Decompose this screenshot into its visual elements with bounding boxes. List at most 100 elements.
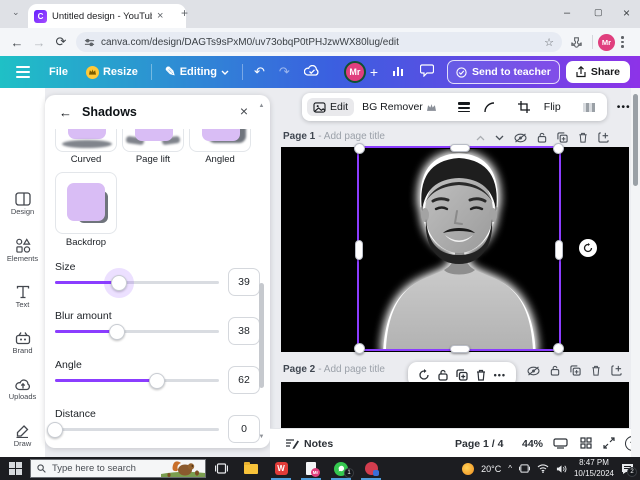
resize-handle-w[interactable] — [355, 239, 363, 260]
slider-knob[interactable] — [148, 372, 165, 389]
lock-page-icon[interactable] — [537, 132, 547, 143]
add-page-icon[interactable] — [598, 132, 609, 143]
distance-value[interactable]: 0 — [228, 415, 260, 443]
browser-profile-avatar[interactable]: Mr — [598, 33, 615, 51]
present-icon[interactable] — [553, 438, 568, 449]
temperature[interactable]: 20°C — [481, 464, 501, 474]
comments-icon[interactable] — [419, 64, 435, 80]
extensions-icon[interactable] — [570, 36, 583, 49]
selection-box[interactable] — [354, 143, 564, 354]
undo-button[interactable]: ↶ — [254, 64, 265, 80]
panel-close-icon[interactable]: × — [240, 104, 248, 118]
rotate-handle[interactable] — [579, 239, 597, 257]
zoom-level[interactable]: 44% — [522, 438, 543, 450]
rotate-button[interactable] — [418, 368, 430, 381]
shadow-style-backdrop[interactable] — [55, 172, 117, 234]
delete-page-icon[interactable] — [578, 132, 588, 143]
blur-slider[interactable] — [55, 323, 219, 340]
scrollbar-thumb[interactable] — [259, 283, 264, 388]
bg-remover-button[interactable]: BG Remover — [356, 98, 442, 116]
crop-button[interactable] — [512, 98, 536, 116]
volume-icon[interactable] — [556, 464, 567, 474]
search-highlight-squirrel-image[interactable] — [161, 460, 205, 478]
scroll-up-icon[interactable]: ▲ — [257, 103, 266, 109]
add-member-button[interactable]: + — [370, 64, 378, 80]
hide-page-icon[interactable] — [527, 365, 540, 376]
add-page-icon[interactable] — [611, 365, 622, 376]
scrollbar-thumb[interactable] — [633, 94, 638, 186]
resize-handle-n[interactable] — [450, 144, 470, 152]
window-minimize-button[interactable]: – — [564, 7, 570, 19]
wifi-icon[interactable] — [537, 464, 549, 473]
bookmark-star-icon[interactable]: ☆ — [544, 36, 554, 49]
flip-button[interactable]: Flip — [538, 98, 567, 116]
site-settings-icon[interactable] — [84, 37, 95, 48]
shadow-style-page-lift[interactable] — [122, 129, 184, 152]
resize-handle-s[interactable] — [450, 345, 470, 353]
tray-expand-chevron[interactable]: ^ — [508, 464, 512, 473]
share-button[interactable]: Share — [565, 61, 630, 83]
shadow-style-angled[interactable] — [189, 129, 251, 152]
page2-title-placeholder[interactable]: - Add page title — [318, 364, 385, 375]
page1-title-placeholder[interactable]: - Add page title — [318, 131, 385, 142]
move-page-down-icon[interactable] — [495, 135, 504, 141]
duplicate-button[interactable] — [456, 368, 468, 381]
window-close-button[interactable]: × — [623, 6, 630, 20]
slider-knob[interactable] — [110, 274, 127, 291]
back-icon[interactable]: ← — [59, 105, 72, 120]
resize-handle-se[interactable] — [553, 343, 564, 354]
border-weight-button[interactable] — [452, 99, 476, 115]
new-tab-button[interactable]: + — [181, 7, 188, 19]
task-view-button[interactable] — [206, 457, 236, 480]
back-button[interactable]: ← — [6, 35, 28, 50]
clock[interactable]: 8:47 PM 10/15/2024 — [574, 458, 614, 479]
delete-button[interactable] — [476, 369, 486, 381]
page2-canvas[interactable] — [281, 382, 629, 428]
forward-button[interactable]: → — [28, 35, 50, 50]
action-center-button[interactable]: 2 — [621, 463, 637, 477]
resize-button[interactable]: Resize — [85, 65, 138, 79]
hide-page-icon[interactable] — [514, 132, 527, 143]
notes-button[interactable]: Notes — [304, 438, 333, 450]
window-maximize-button[interactable]: ▢ — [594, 7, 603, 18]
lock-button[interactable] — [438, 369, 448, 381]
panel-scrollbar[interactable]: ▲ ▼ — [257, 103, 266, 440]
resize-handle-nw[interactable] — [354, 143, 365, 154]
slider-knob[interactable] — [47, 421, 63, 438]
file-explorer-button[interactable] — [236, 457, 266, 480]
reload-button[interactable]: ⟳ — [50, 34, 72, 50]
omnibox[interactable]: canva.com/design/DAGTs9sPxM0/uv73obqP0tP… — [76, 32, 562, 52]
angle-value[interactable]: 62 — [228, 366, 260, 394]
tab-close-icon[interactable]: × — [157, 10, 163, 22]
lock-page-icon[interactable] — [550, 365, 560, 376]
move-page-up-icon[interactable] — [476, 135, 485, 141]
more-actions-button[interactable]: ••• — [494, 370, 506, 380]
angle-slider[interactable] — [55, 372, 219, 389]
file-menu[interactable]: File — [49, 66, 68, 78]
user-avatar[interactable]: Mr — [343, 61, 366, 83]
resize-handle-sw[interactable] — [354, 343, 365, 354]
sidebar-item-text[interactable]: Text — [0, 285, 45, 309]
canva-document-button[interactable]: Mr — [296, 457, 326, 480]
sidebar-item-design[interactable]: Design — [0, 192, 45, 216]
page1-title-row[interactable]: Page 1 - Add page title — [283, 131, 385, 142]
sidebar-item-uploads[interactable]: Uploads — [0, 378, 45, 401]
grid-view-icon[interactable] — [580, 437, 592, 449]
sidebar-item-elements[interactable]: Elements — [0, 238, 45, 263]
url-text[interactable]: canva.com/design/DAGTs9sPxM0/uv73obqP0tP… — [101, 37, 538, 48]
transparency-button[interactable] — [577, 100, 601, 115]
edit-image-button[interactable]: Edit — [307, 98, 355, 116]
duplicate-page-icon[interactable] — [570, 365, 581, 376]
page2-title-row[interactable]: Page 2 - Add page title — [283, 364, 385, 375]
editing-mode-dropdown[interactable]: ✎ Editing — [165, 64, 229, 80]
taskbar-search[interactable]: Type here to search — [30, 459, 206, 478]
start-button[interactable] — [0, 462, 30, 475]
browser-tab[interactable]: C Untitled design - YouTube Thu × — [28, 4, 186, 28]
slider-knob[interactable] — [109, 323, 126, 340]
size-slider[interactable] — [55, 274, 219, 291]
send-to-teacher-button[interactable]: Send to teacher — [447, 60, 560, 84]
scroll-down-icon[interactable]: ▼ — [257, 434, 266, 440]
main-menu-icon[interactable] — [16, 66, 30, 78]
fullscreen-icon[interactable] — [603, 437, 615, 449]
resize-handle-e[interactable] — [555, 239, 563, 260]
